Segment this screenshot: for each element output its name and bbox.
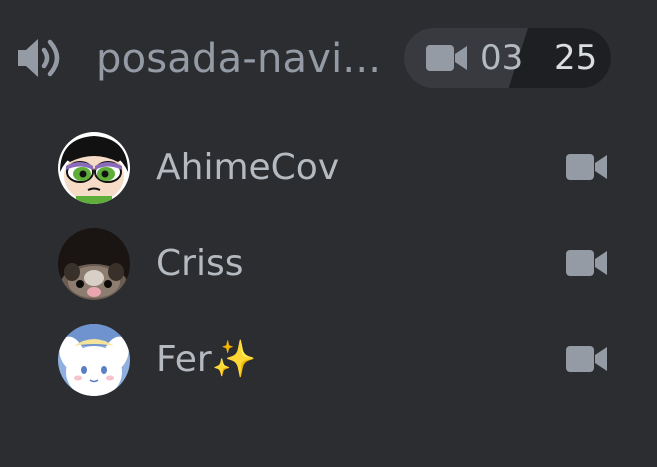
video-user-count-pill: 03 25 — [404, 28, 611, 88]
username: Fer✨ — [156, 339, 257, 380]
video-camera-icon — [426, 44, 468, 72]
video-camera-icon — [566, 153, 608, 181]
voice-channel-row[interactable]: posada-navi... 03 25 — [0, 26, 657, 92]
speaker-icon — [14, 36, 66, 80]
video-count: 03 — [480, 38, 524, 78]
cinnamoroll-avatar — [58, 324, 130, 396]
video-camera-icon — [566, 345, 608, 373]
buttercup-avatar — [58, 132, 130, 204]
voice-user-row[interactable]: Criss — [0, 224, 657, 304]
user-limit: 25 — [554, 38, 598, 78]
voice-user-row[interactable]: Fer✨ — [0, 320, 657, 400]
channel-name: posada-navi... — [96, 36, 382, 82]
username: AhimeCov — [156, 147, 340, 188]
video-camera-icon — [566, 249, 608, 277]
voice-user-row[interactable]: AhimeCov — [0, 128, 657, 208]
opossum-avatar — [58, 228, 130, 300]
username: Criss — [156, 243, 244, 284]
